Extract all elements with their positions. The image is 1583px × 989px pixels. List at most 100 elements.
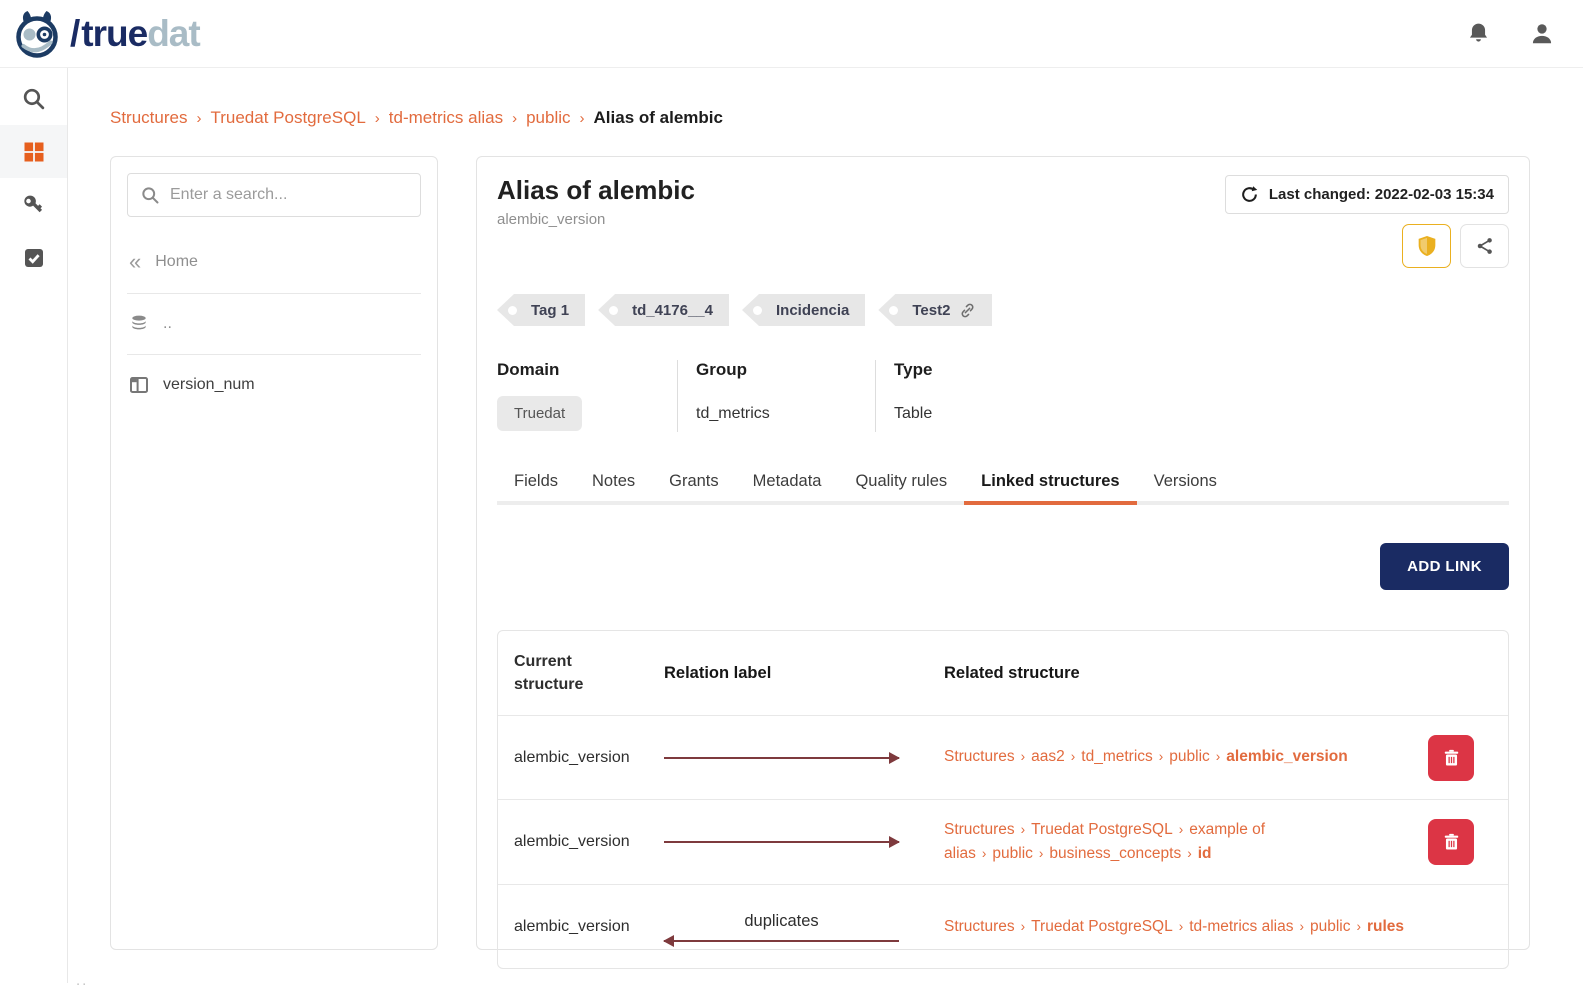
breadcrumb-link[interactable]: td-metrics alias	[389, 108, 503, 128]
divider	[127, 293, 421, 294]
tag-list: Tag 1 td_4176__4 Incidencia Test2	[497, 294, 1509, 326]
rail-item-rules[interactable]	[0, 231, 67, 284]
attribute-group: Grouptd_metrics	[677, 360, 875, 432]
double-chevron-left-icon: «	[129, 251, 141, 273]
breadcrumb-link[interactable]: Structures	[110, 108, 187, 128]
related-structure-cell: Structures › Truedat PostgreSQL › td-metrics…	[944, 915, 1428, 939]
tag-chip[interactable]: Tag 1	[497, 294, 585, 326]
divider	[127, 354, 421, 355]
key-icon	[21, 192, 46, 217]
protected-button[interactable]	[1402, 224, 1451, 268]
path-separator: ›	[1021, 919, 1026, 934]
user-menu-button[interactable]	[1529, 21, 1555, 47]
related-structure-cell: Structures›aas2›td_metrics›public›alembi…	[944, 745, 1428, 769]
delete-link-button[interactable]	[1428, 735, 1474, 781]
related-structure-link[interactable]: td-metrics alias	[1189, 918, 1293, 935]
path-separator: ›	[1179, 822, 1184, 837]
related-structure-link[interactable]: public	[992, 845, 1033, 862]
related-structure-link[interactable]: Structures	[944, 918, 1015, 935]
tab-linked-structures[interactable]: Linked structures	[964, 462, 1136, 505]
related-structure-link[interactable]: Structures	[944, 821, 1015, 838]
attribute-value: Table	[894, 396, 932, 432]
breadcrumb-link[interactable]: public	[526, 108, 570, 128]
related-structure-link[interactable]: aas2	[1031, 748, 1065, 765]
tab-fields[interactable]: Fields	[497, 462, 575, 505]
structure-detail-card: Alias of alembic alembic_version Last ch…	[476, 156, 1530, 950]
trash-icon	[1442, 832, 1461, 852]
table-row: alembic_versionStructures›Truedat Postgr…	[498, 799, 1508, 884]
field-item-version-num[interactable]: version_num	[111, 357, 437, 413]
path-separator: ›	[1356, 919, 1361, 934]
home-link[interactable]: « Home	[111, 233, 437, 291]
related-structure-link[interactable]: business_concepts	[1049, 845, 1181, 862]
rail-item-search[interactable]	[0, 72, 67, 125]
tag-label: Test2	[912, 302, 950, 319]
current-structure-cell: alembic_version	[514, 918, 664, 936]
shield-icon	[1417, 235, 1437, 257]
attribute-value: td_metrics	[696, 396, 770, 432]
tag-label: Incidencia	[776, 302, 849, 319]
search-icon	[21, 86, 46, 111]
page-subtitle: alembic_version	[497, 211, 695, 228]
table-header-row: Current structure Relation label Related…	[498, 631, 1508, 715]
trash-icon	[1442, 748, 1461, 768]
rail-item-structures[interactable]	[0, 125, 67, 178]
search-input[interactable]	[170, 186, 408, 204]
attribute-label: Type	[894, 360, 932, 380]
breadcrumb-separator: ›	[512, 110, 517, 127]
add-link-button[interactable]: ADD LINK	[1380, 543, 1509, 590]
logo-dat: dat	[147, 13, 200, 54]
tag-label: td_4176__4	[632, 302, 713, 319]
parent-structure-item[interactable]: ..	[111, 296, 437, 352]
attribute-type: Type Table	[875, 360, 962, 432]
relation-cell	[664, 757, 899, 759]
tag-chip[interactable]: Incidencia	[742, 294, 865, 326]
tag-chip[interactable]: Test2	[878, 294, 992, 326]
related-structure-link[interactable]: td_metrics	[1081, 748, 1153, 765]
database-icon	[129, 314, 149, 334]
col-header-relation: Relation label	[664, 664, 944, 683]
path-separator: ›	[1187, 846, 1192, 861]
relation-arrow-right	[664, 841, 899, 843]
tab-grants[interactable]: Grants	[652, 462, 736, 505]
delete-link-button[interactable]	[1428, 819, 1474, 865]
relation-arrow-right	[664, 757, 899, 759]
col-header-current: Current structure	[514, 650, 634, 696]
relation-arrow-left	[664, 940, 899, 942]
logo-true: true	[81, 13, 147, 54]
relation-label: duplicates	[664, 912, 899, 931]
truedat-logo: /truedat	[14, 9, 200, 59]
attribute-value[interactable]: Truedat	[497, 396, 582, 431]
related-structure-target[interactable]: alembic_version	[1226, 748, 1347, 765]
icon-rail	[0, 68, 68, 983]
row-actions	[1428, 819, 1508, 865]
tab-quality-rules[interactable]: Quality rules	[838, 462, 964, 505]
breadcrumb-current: Alias of alembic	[594, 108, 723, 128]
related-structure-link[interactable]: Truedat PostgreSQL	[1031, 821, 1173, 838]
parent-structure-label: ..	[163, 315, 172, 333]
related-structure-target[interactable]: rules	[1367, 918, 1404, 935]
grid-icon	[22, 140, 46, 164]
last-changed-label: Last changed: 2022-02-03 15:34	[1269, 186, 1494, 203]
path-separator: ›	[1159, 749, 1164, 764]
last-changed-button[interactable]: Last changed: 2022-02-03 15:34	[1225, 175, 1509, 214]
related-structure-link[interactable]: public	[1310, 918, 1351, 935]
breadcrumb-link[interactable]: Truedat PostgreSQL	[210, 108, 365, 128]
tab-notes[interactable]: Notes	[575, 462, 652, 505]
related-structure-link[interactable]: public	[1169, 748, 1210, 765]
notifications-button[interactable]	[1466, 21, 1491, 46]
col-header-related: Related structure	[944, 664, 1428, 683]
attribute-label: Domain	[497, 360, 647, 380]
related-structure-link[interactable]: Truedat PostgreSQL	[1031, 918, 1173, 935]
structure-nav-panel: « Home ..	[110, 156, 438, 950]
tag-chip[interactable]: td_4176__4	[598, 294, 729, 326]
share-button[interactable]	[1460, 224, 1509, 268]
rail-item-permissions[interactable]	[0, 178, 67, 231]
breadcrumb-separator: ›	[375, 110, 380, 127]
path-separator: ›	[1299, 919, 1304, 934]
attributes-section: Domain Truedat Grouptd_metrics Type Table	[497, 360, 1509, 432]
related-structure-target[interactable]: id	[1198, 845, 1212, 862]
tab-versions[interactable]: Versions	[1137, 462, 1234, 505]
tab-metadata[interactable]: Metadata	[736, 462, 839, 505]
related-structure-link[interactable]: Structures	[944, 748, 1015, 765]
